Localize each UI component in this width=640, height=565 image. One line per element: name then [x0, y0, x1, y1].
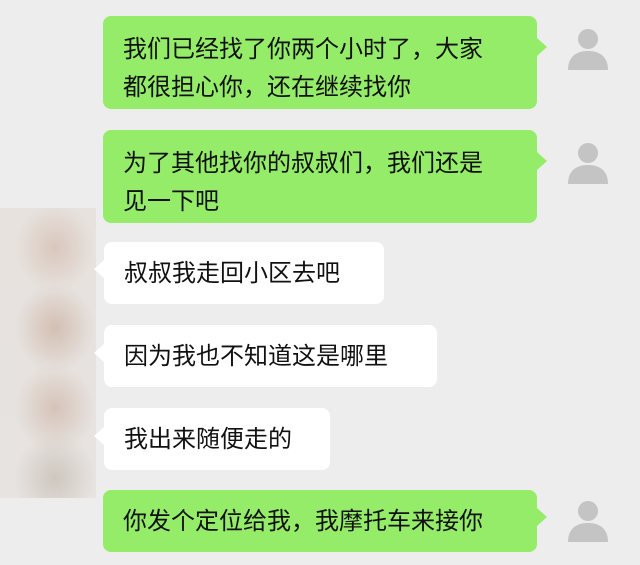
chat-window: 我们已经找了你两个小时了，大家 都很担心你，还在继续找你 为了其他找你的叔叔们，…: [0, 0, 640, 565]
bubble-tail: [94, 344, 104, 362]
bubble-tail: [537, 38, 547, 56]
message-bubble[interactable]: 为了其他找你的叔叔们，我们还是 见一下吧: [103, 130, 537, 223]
bubble-tail: [94, 260, 104, 278]
message-bubble[interactable]: 你发个定位给我，我摩托车来接你: [103, 490, 537, 552]
bubble-tail: [94, 427, 104, 445]
message-bubble[interactable]: 我们已经找了你两个小时了，大家 都很担心你，还在继续找你: [103, 16, 537, 109]
default-user-icon[interactable]: [562, 136, 614, 188]
default-user-icon[interactable]: [562, 494, 614, 546]
message-bubble[interactable]: 因为我也不知道这是哪里: [104, 325, 437, 387]
default-user-icon[interactable]: [562, 22, 614, 74]
bubble-tail: [537, 508, 547, 526]
message-bubble[interactable]: 我出来随便走的: [104, 408, 330, 470]
bubble-tail: [537, 152, 547, 170]
message-bubble[interactable]: 叔叔我走回小区去吧: [104, 242, 384, 304]
contact-avatar-blurred[interactable]: [0, 208, 96, 498]
